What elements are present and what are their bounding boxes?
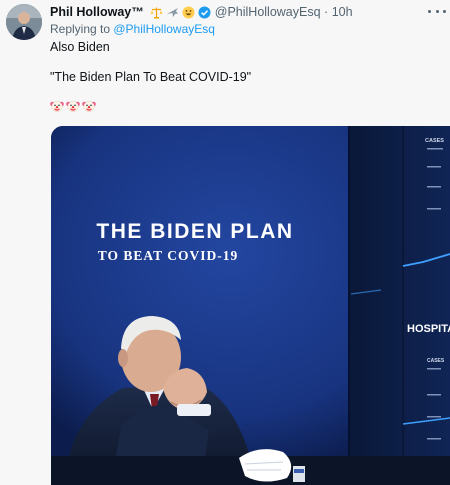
screen-label-hospital: HOSPITA — [407, 323, 450, 335]
airplane-emoji — [166, 7, 178, 17]
more-options-icon[interactable] — [428, 6, 446, 16]
author-name[interactable]: Phil Holloway™ — [50, 5, 144, 19]
banner-subtitle: TO BEAT COVID-19 — [98, 248, 239, 263]
clown-face-emoji — [66, 101, 80, 112]
author-handle[interactable]: @PhilHollowayEsq · 10h — [215, 5, 353, 19]
tweet[interactable]: Phil Holloway™ @PhilHollowayEsq · 10h Re… — [0, 0, 450, 485]
tweet-media-photo[interactable]: CASES HOSPITA CASES THE BIDEN PLAN TO BE… — [51, 126, 450, 485]
clown-emoji-row — [50, 99, 96, 113]
tweet-text-line-2: "The Biden Plan To Beat COVID-19" — [50, 70, 252, 84]
tweet-text-line-1: Also Biden — [50, 40, 110, 54]
banner-title: THE BIDEN PLAN — [96, 220, 293, 243]
author-emoji-badges — [150, 6, 195, 19]
grinning-emoji — [182, 6, 195, 18]
replying-to-handle-link[interactable]: @PhilHollowayEsq — [113, 22, 215, 36]
tweet-timestamp[interactable]: 10h — [332, 5, 353, 19]
clown-face-emoji — [82, 101, 96, 112]
tweet-header: Phil Holloway™ @PhilHollowayEsq · 10h — [50, 4, 353, 20]
scales-emoji — [150, 7, 163, 18]
verified-badge-icon — [198, 6, 211, 19]
screen-label-cases: CASES — [425, 138, 444, 144]
clown-face-emoji — [50, 101, 64, 112]
replying-to: Replying to @PhilHollowayEsq — [50, 22, 215, 36]
avatar[interactable] — [6, 4, 42, 40]
screen-label-cases-2: CASES — [427, 358, 445, 364]
